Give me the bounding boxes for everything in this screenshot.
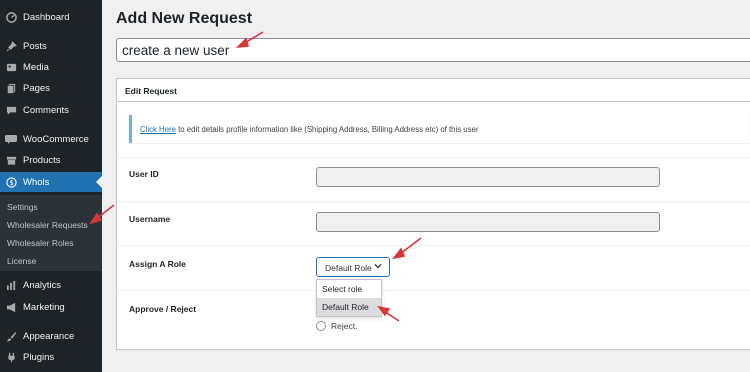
postbox-header: Edit Request bbox=[117, 79, 750, 102]
submenu-item-wholesaler-roles[interactable]: Wholesaler Roles bbox=[7, 238, 74, 248]
plug-icon bbox=[0, 352, 22, 363]
sidebar-item-label: WooCommerce bbox=[23, 133, 89, 145]
sidebar-item-media[interactable]: Media bbox=[0, 57, 102, 77]
divider bbox=[117, 157, 750, 158]
sidebar-item-comments[interactable]: Comments bbox=[0, 100, 102, 120]
sidebar-item-label: Products bbox=[23, 154, 61, 166]
active-indicator bbox=[96, 176, 102, 188]
admin-sidebar: Dashboard Posts Media Pages Comments Woo… bbox=[0, 0, 102, 372]
svg-text:$: $ bbox=[9, 178, 13, 186]
dashboard-icon bbox=[0, 11, 22, 23]
assign-role-label: Assign A Role bbox=[129, 259, 186, 269]
click-here-link[interactable]: Click Here bbox=[140, 125, 176, 134]
divider bbox=[117, 290, 750, 291]
sidebar-item-analytics[interactable]: Analytics bbox=[0, 275, 102, 295]
submenu-item-wholesaler-requests[interactable]: Wholesaler Requests bbox=[7, 220, 88, 230]
comments-icon bbox=[0, 105, 22, 116]
pages-icon bbox=[0, 83, 22, 94]
role-dropdown-list: Select role Default Role bbox=[316, 279, 382, 317]
divider bbox=[117, 201, 750, 202]
sidebar-item-appearance[interactable]: Appearance bbox=[0, 326, 102, 346]
submenu-item-license[interactable]: License bbox=[7, 256, 36, 266]
woocommerce-icon bbox=[0, 134, 22, 144]
sidebar-item-label: Analytics bbox=[23, 279, 62, 291]
username-label: Username bbox=[129, 214, 171, 224]
select-value: Default Role bbox=[325, 263, 372, 273]
sidebar-item-posts[interactable]: Posts bbox=[0, 36, 102, 56]
dollar-icon: $ bbox=[0, 176, 22, 188]
sidebar-item-label: Plugins bbox=[23, 351, 55, 363]
megaphone-icon bbox=[0, 302, 22, 313]
whols-submenu: Settings Wholesaler Requests Wholesaler … bbox=[0, 195, 102, 271]
page-title: Add New Request bbox=[116, 10, 253, 27]
sidebar-item-label: Whols bbox=[23, 176, 50, 188]
user-id-label: User ID bbox=[129, 169, 159, 179]
sidebar-item-label: Dashboard bbox=[23, 11, 70, 23]
sidebar-item-woocommerce[interactable]: WooCommerce bbox=[0, 129, 102, 149]
role-option-select-role[interactable]: Select role bbox=[317, 280, 381, 298]
role-option-default-role[interactable]: Default Role bbox=[317, 298, 381, 316]
sidebar-item-products[interactable]: Products bbox=[0, 150, 102, 170]
notice-text: to edit details profile information like… bbox=[175, 125, 479, 134]
sidebar-item-label: Marketing bbox=[23, 301, 65, 313]
sidebar-item-whols[interactable]: $ Whols bbox=[0, 172, 102, 192]
approve-reject-label: Approve / Reject bbox=[129, 304, 197, 314]
sidebar-item-pages[interactable]: Pages bbox=[0, 78, 102, 98]
assign-role-select[interactable]: Default Role bbox=[316, 257, 390, 277]
sidebar-item-dashboard[interactable]: Dashboard bbox=[0, 7, 102, 27]
chevron-down-icon bbox=[373, 261, 383, 271]
sidebar-item-label: Pages bbox=[23, 82, 50, 94]
media-icon bbox=[0, 62, 22, 73]
sidebar-item-label: Posts bbox=[23, 40, 47, 52]
sidebar-item-label: Media bbox=[23, 61, 49, 73]
info-notice: Click Here to edit details profile infor… bbox=[129, 115, 749, 143]
brush-icon bbox=[0, 331, 22, 342]
sidebar-item-label: Appearance bbox=[23, 330, 75, 342]
reject-radio-option[interactable]: Reject. bbox=[316, 321, 357, 331]
pin-icon bbox=[0, 40, 22, 52]
sidebar-item-label: Comments bbox=[23, 104, 69, 116]
reject-radio[interactable] bbox=[316, 321, 326, 331]
products-icon bbox=[0, 155, 22, 166]
analytics-icon bbox=[0, 280, 22, 291]
edit-request-box: Edit Request Click Here to edit details … bbox=[116, 78, 750, 350]
submenu-item-settings[interactable]: Settings bbox=[7, 202, 38, 212]
request-title-input[interactable] bbox=[116, 38, 750, 62]
sidebar-item-marketing[interactable]: Marketing bbox=[0, 297, 102, 317]
sidebar-item-plugins[interactable]: Plugins bbox=[0, 347, 102, 367]
username-field bbox=[316, 212, 660, 232]
user-id-field bbox=[316, 167, 660, 187]
divider bbox=[117, 245, 750, 246]
reject-radio-label: Reject. bbox=[331, 321, 358, 331]
